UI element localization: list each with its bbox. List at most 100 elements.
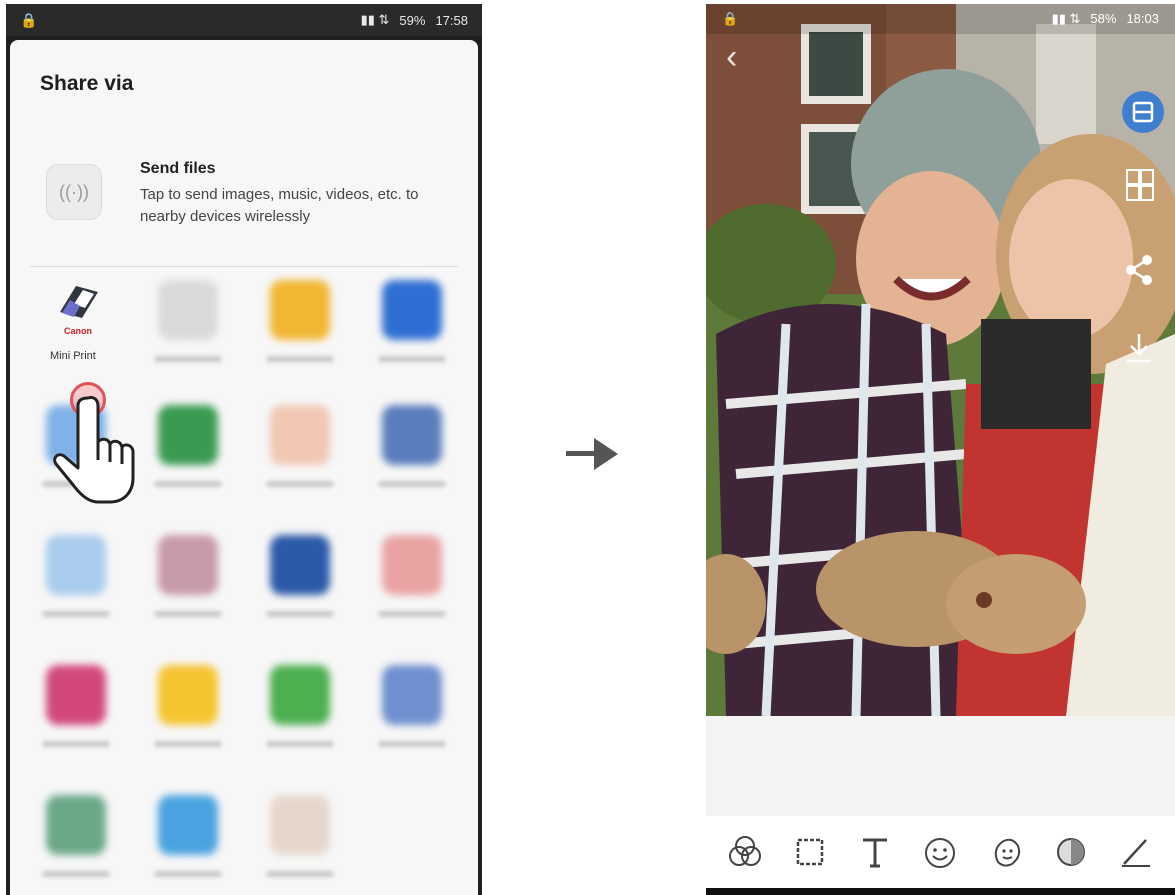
app-label-blurred	[378, 741, 446, 747]
share-title: Share via	[40, 72, 134, 95]
app-blurred[interactable]	[132, 535, 244, 660]
app-blurred[interactable]	[244, 795, 356, 895]
share-button[interactable]	[1121, 252, 1167, 298]
send-files-description: Tap to send images, music, videos, etc. …	[140, 186, 419, 225]
collage-icon	[1126, 169, 1154, 201]
app-icon	[270, 535, 330, 595]
pointing-hand-icon	[53, 396, 135, 504]
divider	[30, 266, 458, 267]
app-blurred[interactable]	[356, 405, 468, 530]
pen-button[interactable]	[1110, 826, 1162, 878]
app-blurred[interactable]	[356, 665, 468, 790]
sticker-icon	[925, 838, 956, 868]
edit-toolbar	[706, 816, 1175, 888]
app-label-blurred	[266, 871, 334, 877]
app-icon	[46, 665, 106, 725]
text-icon	[863, 838, 888, 868]
app-label-blurred	[378, 611, 446, 617]
download-button[interactable]	[1121, 330, 1167, 376]
pen-icon	[1122, 839, 1151, 867]
app-blurred[interactable]	[132, 665, 244, 790]
adjust-icon	[1057, 838, 1086, 866]
adjust-button[interactable]	[1045, 826, 1097, 878]
photo-illustration	[706, 4, 1175, 716]
app-label-blurred	[154, 741, 222, 747]
sticker-button[interactable]	[914, 826, 966, 878]
share-screen: 🔒 ▮▮ ⇅ 59% 17:58 Share via ((·)) Send fi…	[6, 4, 482, 895]
back-chevron-icon[interactable]: ‹	[726, 38, 737, 77]
nav-bar	[706, 888, 1175, 895]
status-time: 17:58	[435, 12, 468, 28]
send-files-item[interactable]: ((·)) Send files Tap to send images, mus…	[40, 152, 458, 242]
filters-button[interactable]	[719, 826, 771, 878]
app-icon	[158, 535, 218, 595]
share-icon	[1126, 255, 1152, 285]
print-icon	[1122, 91, 1164, 133]
edit-area	[706, 716, 1175, 816]
editor-screen: 🔒 ▮▮ ⇅ 58% 18:03 ‹	[706, 4, 1175, 895]
print-button[interactable]	[1121, 90, 1167, 136]
app-label-blurred	[266, 741, 334, 747]
app-blurred[interactable]	[244, 405, 356, 530]
signal-icons: ▮▮ ⇅	[1051, 11, 1081, 26]
face-sticker-icon	[994, 838, 1020, 867]
battery-level: 59%	[399, 12, 426, 28]
text-button[interactable]	[849, 826, 901, 878]
app-blurred[interactable]	[356, 280, 468, 405]
wireless-send-icon: ((·))	[46, 164, 102, 220]
signal-icons: ▮▮ ⇅	[360, 12, 390, 27]
lock-icon: 🔒	[20, 11, 38, 28]
app-label-blurred	[154, 611, 222, 617]
app-label-blurred	[42, 611, 110, 617]
app-blurred[interactable]	[244, 280, 356, 405]
send-files-title: Send files	[140, 160, 216, 177]
app-icon	[158, 280, 218, 340]
app-icon	[382, 535, 442, 595]
filters-icon	[728, 836, 761, 866]
lock-icon: 🔒	[722, 11, 739, 26]
app-blurred[interactable]	[244, 665, 356, 790]
app-label-blurred	[42, 871, 110, 877]
app-blurred[interactable]	[20, 795, 132, 895]
app-blurred[interactable]	[356, 535, 468, 660]
app-label-blurred	[266, 481, 334, 487]
canon-brand-text: Canon	[64, 326, 92, 336]
app-icon	[270, 280, 330, 340]
app-label-blurred	[154, 481, 222, 487]
face-sticker-button[interactable]	[980, 826, 1032, 878]
app-icon	[270, 405, 330, 465]
frame-button[interactable]	[784, 826, 836, 878]
app-blurred[interactable]	[244, 535, 356, 660]
app-icon	[382, 280, 442, 340]
app-label-blurred	[266, 356, 334, 362]
app-icon	[382, 665, 442, 725]
app-icon	[158, 795, 218, 855]
app-blurred[interactable]	[20, 665, 132, 790]
app-label-blurred	[378, 481, 446, 487]
share-sheet: Share via ((·)) Send files Tap to send i…	[10, 40, 478, 895]
app-label-blurred	[266, 611, 334, 617]
collage-button[interactable]	[1121, 168, 1167, 214]
status-bar: 🔒 ▮▮ ⇅ 58% 18:03	[706, 4, 1175, 34]
app-icon	[46, 535, 106, 595]
app-blurred[interactable]	[132, 405, 244, 530]
frame-icon	[796, 838, 824, 866]
app-icon	[46, 795, 106, 855]
canon-app-label: Mini Print	[50, 350, 96, 362]
download-icon	[1127, 334, 1151, 363]
app-blurred[interactable]	[20, 535, 132, 660]
photo-preview[interactable]: 🔒 ▮▮ ⇅ 58% 18:03 ‹	[706, 4, 1175, 716]
app-blurred[interactable]	[132, 280, 244, 405]
instruction-canvas: 🔒 ▮▮ ⇅ 59% 17:58 Share via ((·)) Send fi…	[0, 0, 1175, 895]
app-icon	[270, 665, 330, 725]
next-step-arrow-icon	[566, 438, 618, 470]
app-label-blurred	[378, 356, 446, 362]
app-icon	[270, 795, 330, 855]
app-label-blurred	[42, 741, 110, 747]
app-blurred[interactable]	[132, 795, 244, 895]
app-label-blurred	[154, 356, 222, 362]
app-icon	[382, 405, 442, 465]
status-time: 18:03	[1126, 11, 1159, 26]
app-icon	[158, 665, 218, 725]
app-icon	[158, 405, 218, 465]
